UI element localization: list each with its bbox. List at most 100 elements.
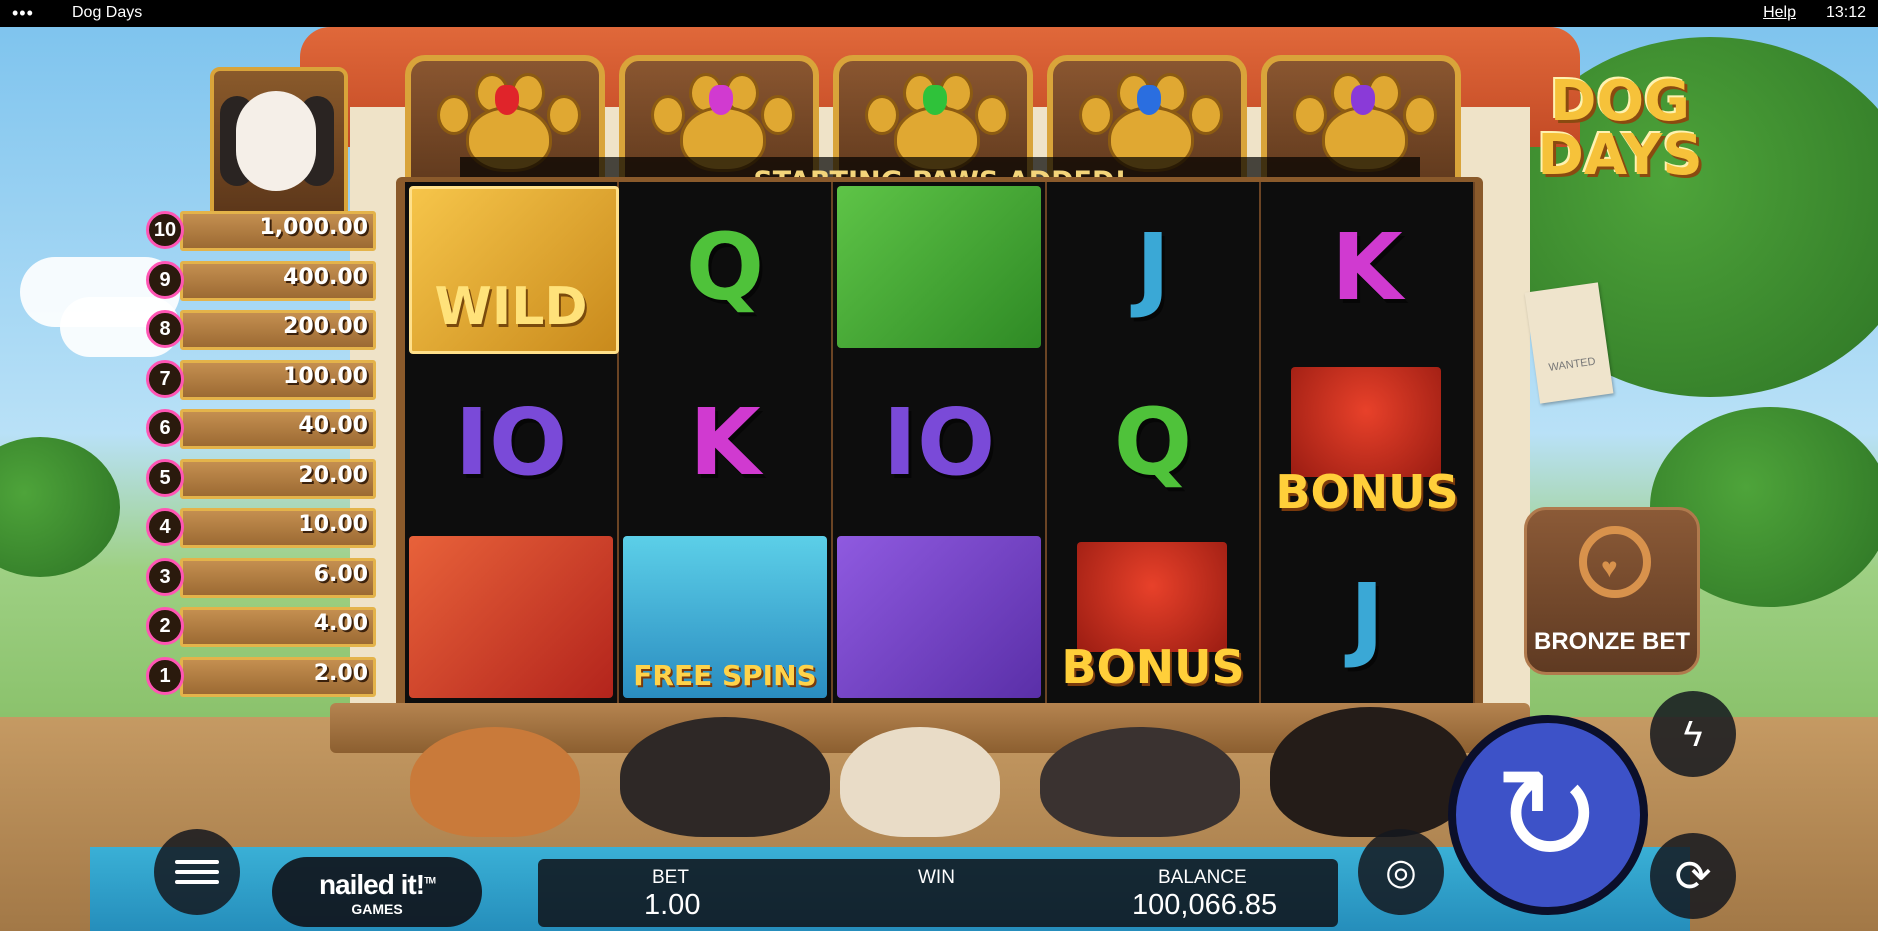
balance-value: 100,066.85	[1132, 889, 1278, 921]
ladder-level: 3	[146, 557, 184, 596]
spin-button[interactable]: ↻	[1448, 715, 1648, 915]
ladder-level: 10	[146, 211, 184, 249]
ladder-level: 4	[146, 508, 184, 546]
symbol-bonus: BONUS	[1047, 532, 1259, 702]
ladder-level: 7	[146, 359, 184, 398]
ladder-row: 5 20.00	[136, 455, 380, 505]
more-icon[interactable]: •••	[12, 3, 34, 24]
help-link[interactable]: Help	[1763, 4, 1796, 22]
symbol-ten: IO	[405, 357, 617, 527]
ladder-value: 2.00	[313, 660, 368, 686]
symbol-ten: IO	[833, 357, 1045, 527]
symbol-label: BONUS	[1061, 640, 1245, 694]
ladder-level: 2	[146, 607, 184, 645]
bet-value: 1.00	[644, 889, 701, 921]
reel-5: K BONUS J	[1261, 182, 1475, 707]
bush	[0, 437, 120, 577]
gem-icon	[709, 85, 733, 115]
ladder-row: 10 1,000.00	[136, 207, 380, 257]
ladder-row: 7 100.00	[136, 356, 380, 406]
symbol-label: J	[1349, 563, 1385, 671]
bronze-bet-button[interactable]: ♥ BRONZE BET	[1524, 507, 1700, 675]
terrier-dog	[840, 727, 1000, 837]
symbol-bowl	[833, 182, 1045, 352]
menu-button[interactable]	[154, 829, 240, 915]
ladder-row: 4 10.00	[136, 504, 380, 554]
symbol-k: K	[619, 357, 831, 527]
prize-ladder: 10 1,000.00 9 400.00 8 200.00 7 100.00 6 40.00 5 20…	[136, 207, 380, 702]
heart-icon: ♥	[1601, 552, 1618, 583]
ladder-dog-portrait	[210, 67, 348, 225]
gem-icon	[1137, 85, 1161, 115]
symbol-k: K	[1261, 182, 1473, 352]
logo-line-2: DAYS	[1537, 123, 1703, 188]
symbol-label: K	[689, 388, 761, 496]
bronze-bet-label: BRONZE BET	[1534, 628, 1690, 655]
brand-name: nailed it!TM	[318, 869, 436, 900]
menu-icon	[175, 854, 219, 890]
ladder-value: 10.00	[298, 512, 368, 537]
ladder-level: 9	[146, 260, 184, 299]
ladder-value: 20.00	[298, 462, 368, 488]
symbol-label: FREE SPINS	[633, 658, 817, 692]
ladder-level: 6	[146, 409, 184, 447]
symbol-wild: WILD	[405, 182, 619, 354]
ladder-row: 1 2.00	[136, 653, 380, 703]
spin-icon: ↻	[1493, 742, 1603, 888]
wanted-text: WANTED	[1547, 355, 1597, 375]
symbol-woman	[405, 532, 617, 702]
symbol-collar	[833, 532, 1045, 702]
ladder-level: 8	[146, 310, 184, 348]
reel-2: Q K FREE SPINS	[619, 182, 833, 707]
reel-4: J Q BONUS	[1047, 182, 1261, 707]
symbol-label: WILD	[434, 277, 588, 337]
ladder-value: 1,000.00	[259, 215, 368, 240]
balance-label: BALANCE	[1158, 867, 1247, 888]
autoplay-icon: ⟳	[1674, 851, 1712, 901]
autoplay-button[interactable]: ⟳	[1650, 833, 1736, 919]
ladder-value: 40.00	[298, 413, 368, 438]
ladder-value: 400.00	[283, 264, 368, 290]
ladder-row: 8 200.00	[136, 306, 380, 356]
reel-1: WILD IO	[405, 182, 619, 707]
ladder-row: 2 4.00	[136, 603, 380, 653]
coins-icon: ◎	[1385, 851, 1417, 892]
symbol-label: IO	[454, 388, 568, 496]
turbo-button[interactable]: ϟ	[1650, 691, 1736, 777]
win-label: WIN	[918, 867, 955, 888]
gem-icon	[1351, 85, 1375, 115]
ladder-row: 6 40.00	[136, 405, 380, 455]
browser-topbar: ••• Dog Days Help 13:12	[0, 0, 1878, 27]
ladder-level: 5	[146, 458, 184, 497]
symbol-label: IO	[882, 388, 996, 496]
symbol-label: K	[1331, 213, 1403, 321]
brand-sub: GAMES	[351, 901, 403, 917]
game-scene: STARTING PAWS ADDED! DOG DAYS WANTED WIL…	[0, 27, 1878, 931]
gem-icon	[923, 85, 947, 115]
coins-button[interactable]: ◎	[1358, 829, 1444, 915]
ladder-row: 9 400.00	[136, 257, 380, 307]
reel-grid: WILD IO Q K FREE SPINS IO J Q BONUS K BONUS J	[405, 182, 1475, 707]
symbol-q: Q	[619, 182, 831, 352]
symbol-j: J	[1261, 532, 1473, 702]
symbol-label: Q	[685, 213, 765, 321]
symbol-bonus: BONUS	[1261, 357, 1473, 527]
window-title: Dog Days	[72, 4, 143, 21]
bet-label: BET	[652, 867, 689, 888]
gem-icon	[495, 85, 519, 115]
symbol-label: Q	[1113, 388, 1193, 496]
info-bar: BET 1.00 WIN BALANCE 100,066.85	[538, 859, 1338, 927]
symbol-q: Q	[1047, 357, 1259, 527]
ladder-level: 1	[146, 656, 184, 695]
ladder-value: 4.00	[313, 611, 368, 636]
reel-3: IO	[833, 182, 1047, 707]
symbol-label: J	[1135, 213, 1171, 321]
rottweiler-dog	[1270, 707, 1470, 837]
clock: 13:12	[1825, 4, 1866, 21]
brand-logo: nailed it!TM GAMES	[272, 857, 482, 927]
turbo-icon: ϟ	[1683, 713, 1703, 754]
husky-dog	[1040, 727, 1240, 837]
ladder-row: 3 6.00	[136, 554, 380, 604]
corgi-dog	[410, 727, 580, 837]
ladder-value: 6.00	[313, 561, 368, 587]
